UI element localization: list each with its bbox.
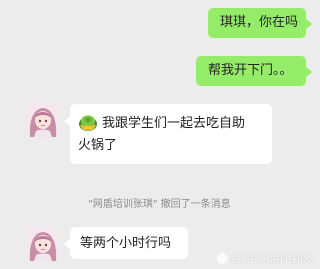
turtle-emoji-icon [78,112,98,132]
message-text: 等两个小时行吗 [80,236,172,251]
incoming-message-bubble[interactable]: 我跟学生们一起去吃自助 火锅了 [64,104,272,164]
outgoing-message-bubble[interactable]: 琪琪，你在吗 [208,8,312,38]
message-text: 琪琪，你在吗 [220,15,299,30]
watermark-text: 企鹅号 网盾科技IDC [231,255,313,265]
watermark: 企鹅号 网盾科技IDC [217,252,313,265]
message-line: 我跟学生们一起去吃自助 [78,112,264,133]
message-text: 我跟学生们一起去吃自助 [102,116,246,131]
contact-avatar[interactable] [27,103,59,137]
outgoing-message-bubble[interactable]: 帮我开下门。。 [196,56,312,86]
contact-avatar[interactable] [27,227,59,261]
message-line: 火锅了 [78,138,118,153]
message-text: 帮我开下门。。 [208,63,293,78]
system-notice: "网盾培训张琪" 撤回了一条消息 [88,199,231,210]
incoming-message-bubble[interactable]: 等两个小时行吗 [64,227,188,259]
penguin-icon [217,253,229,264]
